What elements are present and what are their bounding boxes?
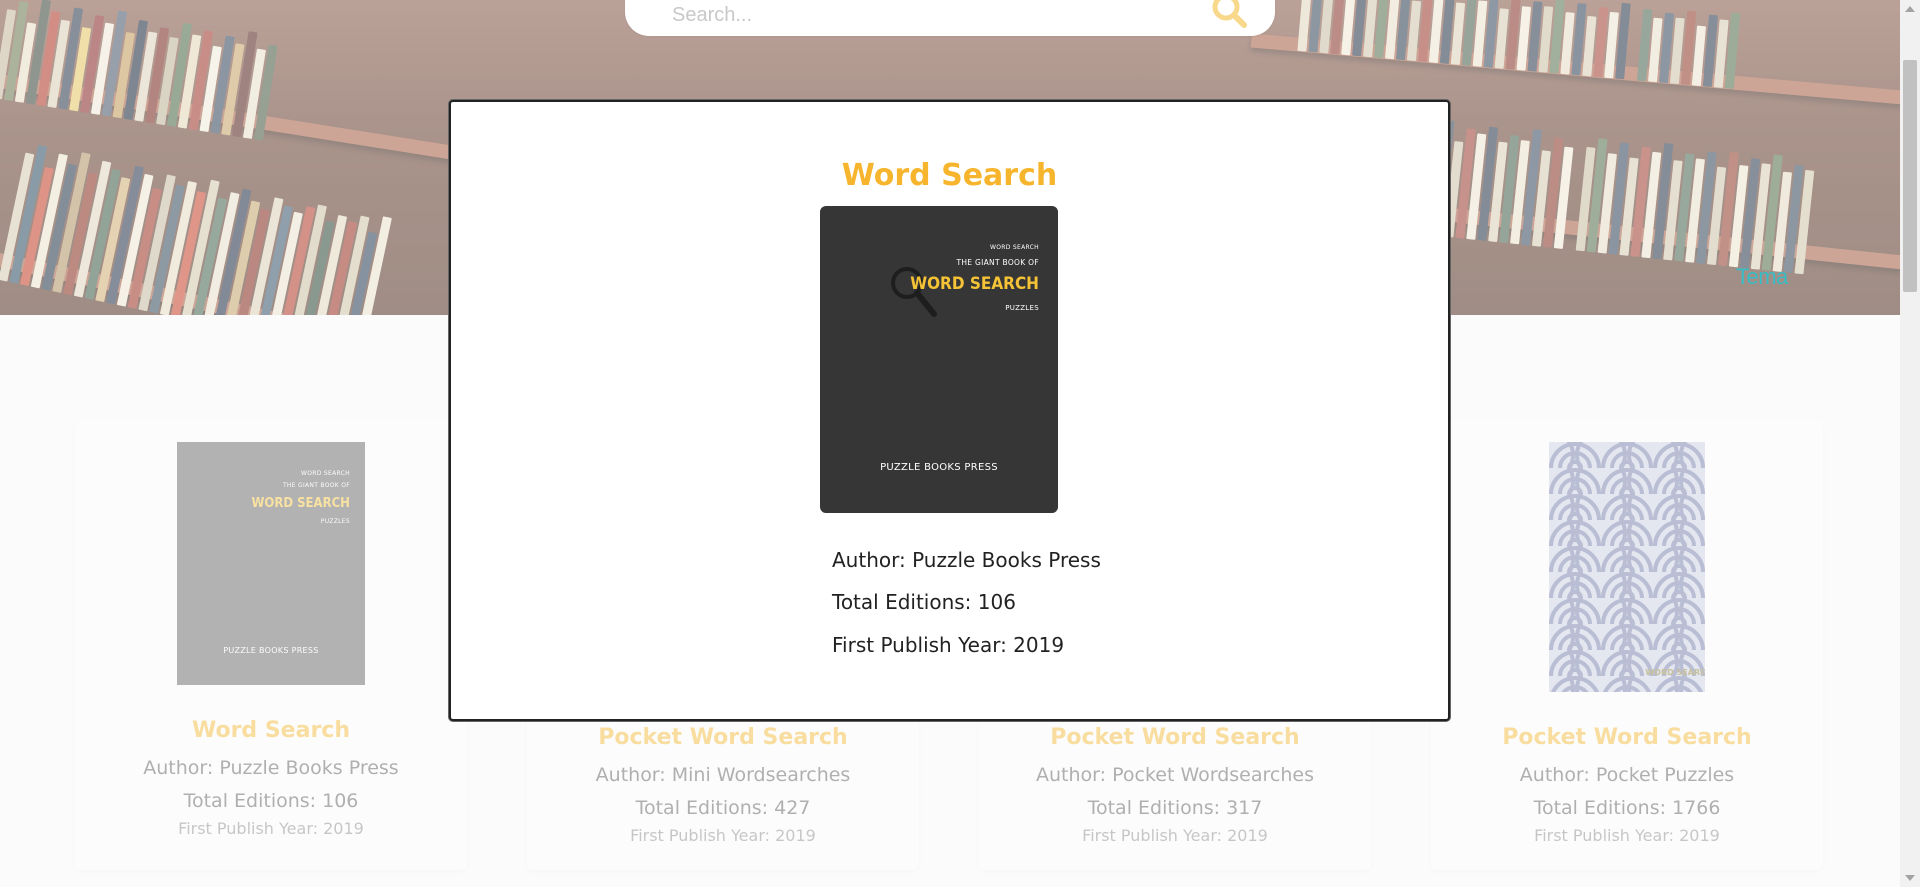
scroll-down-icon[interactable]	[1905, 875, 1915, 881]
modal-year: First Publish Year: 2019	[832, 633, 1065, 657]
book-details-modal: Word Search WORD SEARCH THE GIANT BOOK O…	[449, 100, 1450, 721]
modal-title: Word Search	[841, 158, 1058, 193]
scroll-up-icon[interactable]	[1905, 6, 1915, 12]
cover-text: PUZZLES	[1005, 304, 1039, 312]
cover-text: WORD SEARCH	[990, 244, 1039, 251]
page-scrollbar[interactable]	[1900, 0, 1920, 887]
cover-title: WORD SEARCH	[910, 274, 1039, 294]
scroll-thumb[interactable]	[1903, 60, 1917, 292]
modal-author: Author: Puzzle Books Press	[832, 548, 1101, 572]
modal-editions: Total Editions: 106	[832, 590, 1016, 614]
cover-publisher: PUZZLE BOOKS PRESS	[880, 462, 998, 473]
cover-text: THE GIANT BOOK OF	[956, 258, 1039, 267]
modal-book-cover: WORD SEARCH THE GIANT BOOK OF WORD SEARC…	[820, 206, 1058, 513]
